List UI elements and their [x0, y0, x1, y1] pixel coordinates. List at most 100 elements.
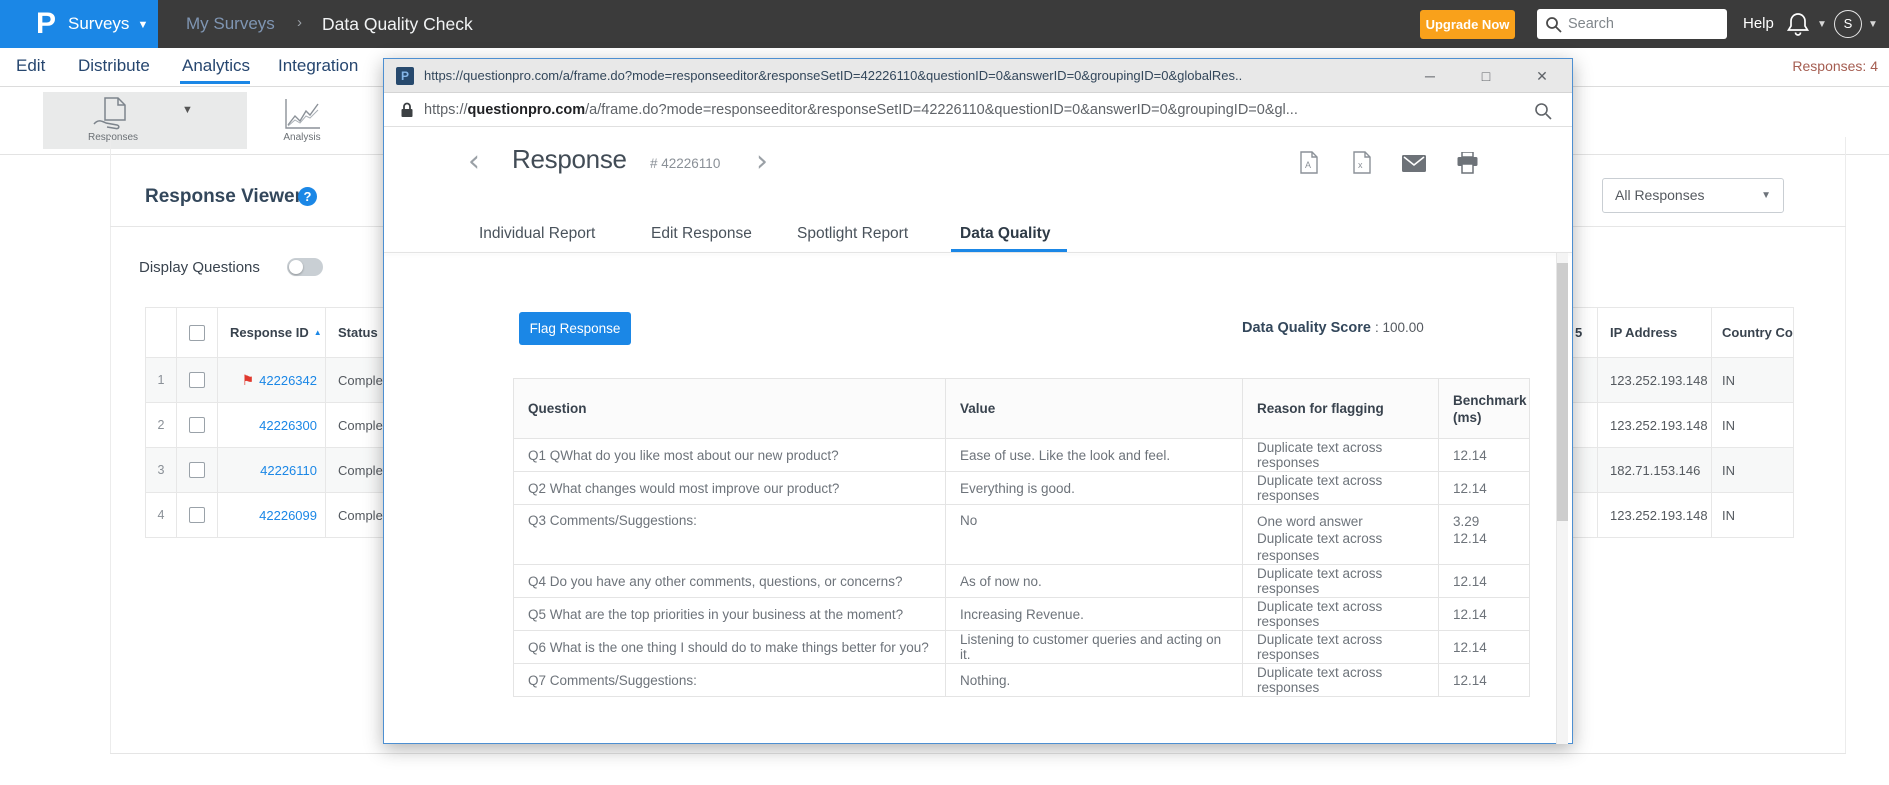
score-label: Data Quality Score: [1242, 320, 1371, 336]
tab-data-quality[interactable]: Data Quality: [960, 219, 1050, 253]
column-benchmark: Benchmark (ms): [1439, 379, 1530, 439]
ip-cell: 123.252.193.148: [1598, 403, 1712, 448]
row-number: 2: [146, 403, 177, 448]
table-header-row: Question Value Reason for flagging Bench…: [514, 379, 1530, 439]
surveys-menu[interactable]: P Surveys ▼: [0, 0, 158, 48]
row-checkbox[interactable]: [189, 462, 205, 478]
reason-cell: Duplicate text across responses: [1243, 664, 1439, 697]
table-row: Q6 What is the one thing I should do to …: [514, 631, 1530, 664]
response-id-link[interactable]: 42226110: [260, 463, 317, 478]
avatar[interactable]: S: [1834, 10, 1862, 38]
flag-response-button[interactable]: Flag Response: [519, 312, 631, 345]
response-id-link[interactable]: 42226099: [259, 508, 317, 523]
response-editor-popup: P https://questionpro.com/a/frame.do?mod…: [383, 58, 1573, 744]
print-icon[interactable]: [1456, 152, 1479, 174]
column-response-id[interactable]: Response ID▲: [218, 308, 326, 358]
question-cell: Q7 Comments/Suggestions:: [514, 664, 946, 697]
zoom-icon[interactable]: [1534, 102, 1552, 120]
benchmark-cell: 12.14: [1439, 565, 1530, 598]
row-number: 1: [146, 358, 177, 403]
row-checkbox[interactable]: [189, 507, 205, 523]
country-cell: IN: [1712, 403, 1794, 448]
active-tab-underline: [180, 81, 250, 84]
responses-dropdown-caret-icon[interactable]: ▼: [182, 104, 193, 116]
ip-cell: 182.71.153.146: [1598, 448, 1712, 493]
value-cell: Nothing.: [946, 664, 1243, 697]
scrollbar-thumb[interactable]: [1557, 263, 1568, 521]
row-checkbox[interactable]: [189, 417, 205, 433]
table-row: Q7 Comments/Suggestions: Nothing. Duplic…: [514, 664, 1530, 697]
row-number: 4: [146, 493, 177, 538]
country-cell: IN: [1712, 493, 1794, 538]
benchmark-cell: 12.14: [1439, 439, 1530, 472]
close-button[interactable]: ✕: [1532, 59, 1552, 93]
nav-item-edit[interactable]: Edit: [16, 48, 45, 86]
maximize-button[interactable]: □: [1476, 59, 1496, 93]
questionpro-favicon-icon: P: [396, 67, 414, 85]
ip-cell: 123.252.193.148: [1598, 493, 1712, 538]
avatar-caret-icon[interactable]: ▼: [1868, 0, 1878, 48]
table-row: Q4 Do you have any other comments, quest…: [514, 565, 1530, 598]
responses-count[interactable]: Responses: 4: [1792, 48, 1878, 86]
question-cell: Q1 QWhat do you like most about our new …: [514, 439, 946, 472]
ip-cell: 123.252.193.148: [1598, 358, 1712, 403]
tab-edit-response[interactable]: Edit Response: [651, 219, 752, 253]
nav-item-integration[interactable]: Integration: [278, 48, 358, 86]
question-cell: Q3 Comments/Suggestions:: [514, 505, 946, 565]
card-right-border: [1845, 137, 1846, 753]
select-all-checkbox[interactable]: [189, 325, 205, 341]
upgrade-now-button[interactable]: Upgrade Now: [1420, 10, 1515, 39]
nav-item-distribute[interactable]: Distribute: [78, 48, 150, 86]
app-root: P Surveys ▼ My Surveys › Data Quality Ch…: [0, 0, 1889, 785]
flagged-icon: ⚑: [242, 372, 255, 389]
benchmark-cell: 12.14: [1439, 472, 1530, 505]
breadcrumb-current: Data Quality Check: [322, 0, 473, 48]
reason-cell: One word answer Duplicate text across re…: [1243, 505, 1439, 565]
tab-individual-report[interactable]: Individual Report: [479, 219, 595, 253]
previous-response-icon[interactable]: ‹: [468, 147, 480, 177]
table-row: Q2 What changes would most improve our p…: [514, 472, 1530, 505]
column-country[interactable]: Country Co: [1712, 308, 1794, 358]
search-input[interactable]: [1568, 16, 1708, 32]
value-cell: Listening to customer queries and acting…: [946, 631, 1243, 664]
question-cell: Q5 What are the top priorities in your b…: [514, 598, 946, 631]
benchmark-cell: 12.14: [1439, 664, 1530, 697]
card-bottom-border: [110, 753, 1846, 754]
toolbar-responses-selected[interactable]: [43, 92, 247, 149]
data-quality-score: Data Quality Score : 100.00: [1242, 320, 1424, 336]
breadcrumb-my-surveys[interactable]: My Surveys: [186, 0, 275, 48]
reason-cell: Duplicate text across responses: [1243, 598, 1439, 631]
country-cell: IN: [1712, 448, 1794, 493]
tab-spotlight-report[interactable]: Spotlight Report: [797, 219, 908, 253]
email-icon[interactable]: [1402, 155, 1426, 172]
export-excel-icon[interactable]: x: [1351, 151, 1373, 175]
bell-caret-icon[interactable]: ▼: [1817, 0, 1827, 48]
help-bubble-icon[interactable]: ?: [298, 187, 317, 206]
column-question: Question: [514, 379, 946, 439]
address-url[interactable]: https://questionpro.com/a/frame.do?mode=…: [424, 93, 1524, 127]
reason-cell: Duplicate text across responses: [1243, 565, 1439, 598]
export-pdf-icon[interactable]: A: [1298, 151, 1320, 175]
popup-title-url: https://questionpro.com/a/frame.do?mode=…: [424, 59, 1414, 93]
all-responses-dropdown[interactable]: All Responses ▼: [1602, 178, 1784, 213]
row-checkbox[interactable]: [189, 372, 205, 388]
reason-cell: Duplicate text across responses: [1243, 439, 1439, 472]
value-cell: No: [946, 505, 1243, 565]
sort-asc-icon[interactable]: ▲: [314, 328, 322, 337]
question-cell: Q4 Do you have any other comments, quest…: [514, 565, 946, 598]
value-cell: Increasing Revenue.: [946, 598, 1243, 631]
display-questions-toggle[interactable]: [287, 258, 323, 276]
country-cell: IN: [1712, 358, 1794, 403]
column-ip-address[interactable]: IP Address: [1598, 308, 1712, 358]
response-id-link[interactable]: 42226342: [259, 373, 317, 388]
response-id-link[interactable]: 42226300: [259, 418, 317, 433]
notifications-bell-icon[interactable]: [1786, 11, 1810, 42]
minimize-button[interactable]: ─: [1420, 59, 1440, 93]
url-domain: questionpro.com: [468, 102, 586, 118]
toolbar-responses-label: Responses: [85, 132, 141, 143]
next-response-icon[interactable]: ›: [756, 147, 768, 177]
benchmark-cell: 12.14: [1439, 631, 1530, 664]
help-link[interactable]: Help: [1743, 0, 1774, 48]
response-id-label: # 42226110: [650, 156, 720, 171]
analysis-chart-icon[interactable]: [281, 97, 323, 131]
